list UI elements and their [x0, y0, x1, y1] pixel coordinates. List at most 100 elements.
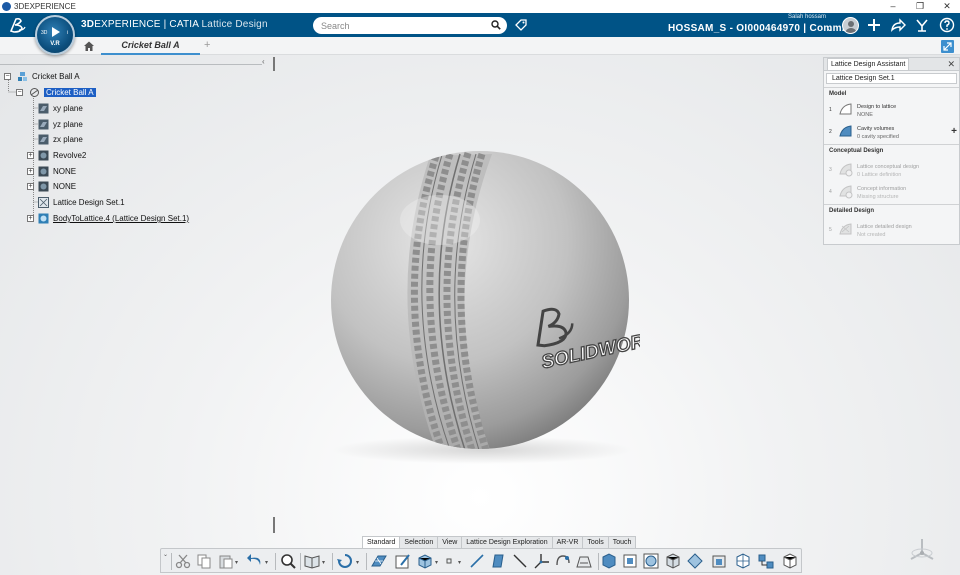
tab-touch[interactable]: Touch — [607, 536, 637, 548]
tree-item-none-1[interactable]: + NONE — [27, 164, 76, 179]
point-icon[interactable] — [441, 553, 457, 569]
expand-icon[interactable]: + — [27, 168, 34, 175]
tree-item-yz-plane[interactable]: yz plane — [38, 117, 83, 132]
tab-tools[interactable]: Tools — [582, 536, 609, 548]
sphere-icon[interactable] — [643, 553, 659, 569]
collapse-icon[interactable]: − — [4, 73, 11, 80]
paste-icon[interactable] — [218, 553, 234, 569]
ds-logo-icon[interactable] — [8, 16, 28, 34]
section-detailed-design: Detailed Design — [829, 208, 875, 214]
tag-icon[interactable] — [514, 18, 528, 32]
step-lattice-conceptual-design[interactable]: 3 Lattice conceptual design 0 Lattice def… — [829, 161, 957, 179]
tree-item-xy-plane[interactable]: xy plane — [38, 101, 83, 116]
search-icon[interactable] — [491, 20, 501, 30]
panel-title: Lattice Design Assistant — [827, 58, 910, 70]
surface-icon[interactable] — [576, 553, 592, 569]
tab-ar-vr[interactable]: AR-VR — [551, 536, 584, 548]
chevron-down-icon[interactable]: ⌄ — [826, 23, 834, 34]
book-icon[interactable] — [304, 553, 320, 569]
splitter-handle[interactable] — [273, 57, 275, 71]
apps-icon[interactable] — [914, 17, 930, 33]
box-icon[interactable] — [711, 553, 727, 569]
lattice-dropdown-icon[interactable]: ▾ — [435, 559, 438, 566]
step-lattice-detailed-design[interactable]: 5 Lattice detailed design Not created — [829, 221, 957, 239]
update-dropdown-icon[interactable]: ▾ — [356, 559, 359, 566]
tenant-selector[interactable]: HOSSAM_S - OI000464970 | Comm... — [668, 23, 851, 34]
tree-item-none-2[interactable]: + NONE — [27, 179, 76, 194]
book-dropdown-icon[interactable]: ▾ — [322, 559, 325, 566]
collapse-icon[interactable]: − — [16, 89, 23, 96]
avatar[interactable] — [842, 17, 859, 34]
chevron-down-icon[interactable]: ⌄ — [163, 551, 168, 558]
update-icon[interactable] — [337, 553, 353, 569]
tree-item-part[interactable]: − Cricket Ball A — [16, 85, 96, 100]
3d-viewport[interactable]: ‹ − Cricket Ball A − Cricket Ball A xy p… — [0, 55, 960, 575]
close-window-button[interactable]: ✕ — [932, 0, 960, 13]
plus-icon[interactable] — [866, 17, 882, 33]
tree-item-revolve2[interactable]: + Revolve2 — [27, 148, 86, 163]
tab-cricket-ball-a[interactable]: Cricket Ball A — [101, 37, 200, 55]
compass-widget[interactable]: 3D i V.R — [35, 15, 75, 55]
brand-3d: 3D — [81, 19, 95, 30]
expand-icon[interactable] — [941, 40, 954, 53]
3d-body-icon[interactable] — [601, 553, 617, 569]
splitter-handle[interactable] — [273, 517, 275, 533]
paste-dropdown-icon[interactable]: ▾ — [235, 559, 238, 566]
frame-icon[interactable] — [622, 553, 638, 569]
tab-standard[interactable]: Standard — [362, 536, 401, 548]
undo-icon[interactable] — [247, 553, 263, 569]
lattice-set-field[interactable]: Lattice Design Set.1 — [826, 73, 957, 84]
help-icon[interactable] — [939, 17, 955, 33]
minimize-button[interactable]: – — [878, 0, 908, 13]
step-concept-information[interactable]: 4 Concept information Missing structure — [829, 183, 957, 201]
tab-lattice-design-exploration[interactable]: Lattice Design Exploration — [461, 536, 553, 548]
plane-icon[interactable] — [490, 553, 506, 569]
axis-system-icon[interactable] — [534, 553, 550, 569]
tree-item-label: BodyToLattice.4 (Lattice Design Set.1) — [53, 214, 190, 223]
tab-selection[interactable]: Selection — [399, 536, 439, 548]
copy-icon[interactable] — [196, 553, 212, 569]
mesh-icon[interactable] — [735, 553, 751, 569]
tree-item-label: zx plane — [53, 135, 83, 144]
tree-item-bodytolattice[interactable]: + BodyToLattice.4 (Lattice Design Set.1) — [27, 211, 189, 226]
sketch-icon[interactable] — [395, 553, 411, 569]
share-icon[interactable] — [890, 17, 906, 33]
add-cavity-button[interactable]: + — [951, 126, 957, 137]
step-design-to-lattice[interactable]: 1 Design to lattice NONE — [829, 101, 957, 119]
tree-item-lattice-design-set[interactable]: Lattice Design Set.1 — [38, 195, 125, 210]
search-input[interactable] — [313, 17, 507, 34]
close-icon[interactable]: ✕ — [947, 59, 955, 70]
lattice-part-icon[interactable] — [371, 553, 387, 569]
expand-icon[interactable]: + — [27, 152, 34, 159]
expand-icon[interactable]: + — [27, 215, 34, 222]
cut-icon[interactable] — [175, 553, 191, 569]
axis-robot-icon[interactable] — [907, 535, 937, 565]
lattice-body-icon — [38, 213, 49, 224]
undo-dropdown-icon[interactable]: ▾ — [265, 559, 268, 566]
section-conceptual-design: Conceptual Design — [829, 148, 884, 154]
diagonal-line-icon[interactable] — [512, 553, 528, 569]
home-icon[interactable] — [83, 40, 95, 52]
tag-shape-icon[interactable] — [687, 553, 703, 569]
zoom-icon[interactable] — [280, 553, 296, 569]
package-icon[interactable] — [782, 553, 798, 569]
play-icon[interactable] — [52, 27, 60, 37]
lattice-box-icon[interactable] — [417, 553, 433, 569]
maximize-button[interactable]: ❐ — [905, 0, 935, 13]
part-icon — [30, 88, 39, 97]
action-bar: ⌄ ▾ ▾ ▾ ▾ ▾ ▾ — [160, 548, 802, 573]
connector-icon[interactable] — [758, 553, 774, 569]
step-cavity-volumes[interactable]: 2 Cavity volumes 0 cavity specified + — [829, 123, 957, 141]
shape-icon[interactable] — [555, 553, 571, 569]
line-icon[interactable] — [469, 553, 485, 569]
collapse-tree-icon[interactable]: ‹ — [262, 57, 265, 66]
cricket-ball-model[interactable]: SOLIDWORKS — [320, 150, 640, 470]
plane-icon — [38, 134, 49, 145]
tree-item-zx-plane[interactable]: zx plane — [38, 132, 83, 147]
point-dropdown-icon[interactable]: ▾ — [458, 559, 461, 566]
tab-view[interactable]: View — [437, 536, 463, 548]
tree-item-root[interactable]: − Cricket Ball A — [4, 69, 80, 84]
expand-icon[interactable]: + — [27, 183, 34, 190]
cube-icon[interactable] — [665, 553, 681, 569]
add-tab-button[interactable]: + — [204, 39, 210, 51]
